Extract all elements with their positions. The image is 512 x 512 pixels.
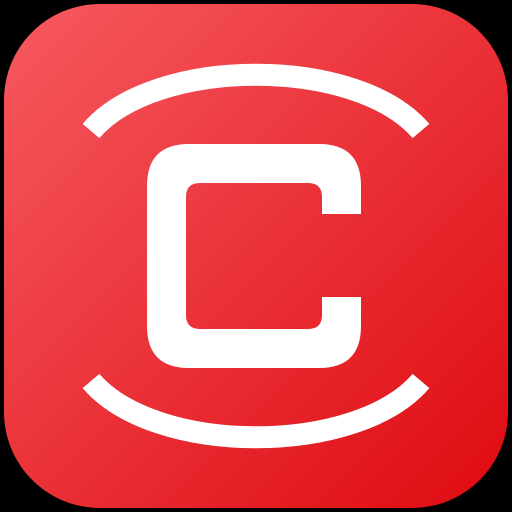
app-icon[interactable] xyxy=(0,0,512,512)
canvas xyxy=(0,0,512,512)
